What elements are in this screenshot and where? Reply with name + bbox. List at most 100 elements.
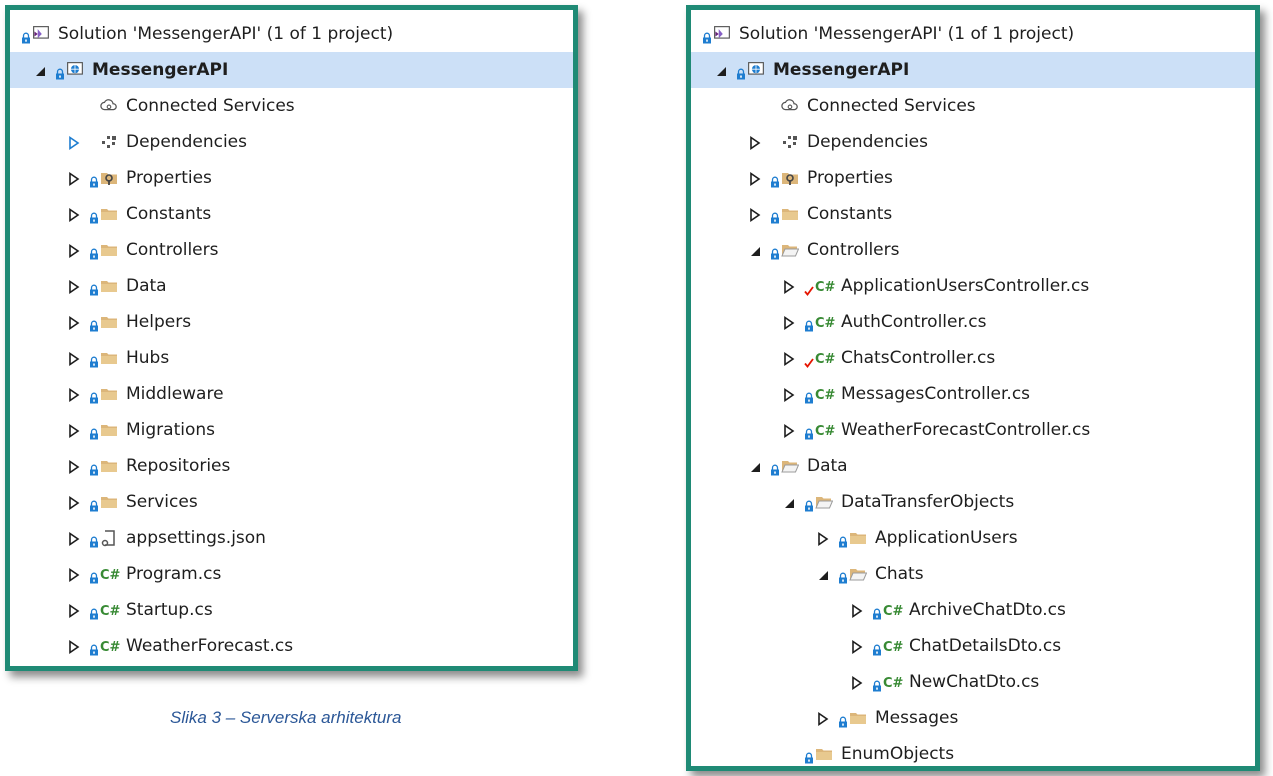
tree-item-dependencies[interactable]: Dependencies bbox=[691, 124, 1255, 160]
solution-icon bbox=[32, 25, 50, 43]
figure-caption: Slika 3 – Serverska arhitektura bbox=[170, 708, 402, 727]
folder-icon bbox=[100, 241, 118, 259]
collapsed-arrow-icon[interactable] bbox=[68, 279, 80, 295]
collapsed-arrow-icon[interactable] bbox=[783, 387, 795, 403]
dependencies-icon bbox=[781, 133, 799, 151]
svg-text:C#: C# bbox=[815, 280, 836, 295]
cloud-icon bbox=[781, 97, 799, 115]
tree-item-solution-messengerapi-1-of-1-project[interactable]: Solution 'MessengerAPI' (1 of 1 project) bbox=[10, 16, 573, 52]
collapsed-arrow-icon[interactable] bbox=[68, 171, 80, 187]
tree-item-label: AuthController.cs bbox=[841, 312, 987, 332]
expanded-arrow-icon[interactable] bbox=[749, 243, 761, 257]
csharp-file-icon: C# bbox=[883, 673, 907, 691]
tree-item-startup-cs[interactable]: C# Startup.cs bbox=[10, 592, 573, 628]
collapsed-arrow-icon[interactable] bbox=[851, 639, 863, 655]
tree-item-archivechatdto-cs[interactable]: C# ArchiveChatDto.cs bbox=[691, 592, 1255, 628]
expanded-arrow-icon[interactable] bbox=[715, 63, 727, 77]
collapsed-arrow-icon[interactable] bbox=[68, 495, 80, 511]
collapsed-arrow-icon[interactable] bbox=[68, 135, 80, 151]
expanded-arrow-icon[interactable] bbox=[34, 63, 46, 77]
tree-item-label: Controllers bbox=[807, 240, 900, 260]
collapsed-arrow-icon[interactable] bbox=[68, 387, 80, 403]
tree-item-applicationusers[interactable]: ApplicationUsers bbox=[691, 520, 1255, 556]
tree-item-weatherforecastcontroller-cs[interactable]: C# WeatherForecastController.cs bbox=[691, 412, 1255, 448]
folder-icon bbox=[100, 493, 118, 511]
collapsed-arrow-icon[interactable] bbox=[749, 135, 761, 151]
tree-item-chatdetailsdto-cs[interactable]: C# ChatDetailsDto.cs bbox=[691, 628, 1255, 664]
folder-open-icon bbox=[815, 493, 834, 511]
tree-item-label: Controllers bbox=[126, 240, 219, 260]
tree-item-services[interactable]: Services bbox=[10, 484, 573, 520]
tree-item-newchatdto-cs[interactable]: C# NewChatDto.cs bbox=[691, 664, 1255, 700]
tree-item-data[interactable]: Data bbox=[691, 448, 1255, 484]
collapsed-arrow-icon[interactable] bbox=[68, 531, 80, 547]
tree-item-migrations[interactable]: Migrations bbox=[10, 412, 573, 448]
tree-item-helpers[interactable]: Helpers bbox=[10, 304, 573, 340]
lock-icon bbox=[873, 605, 881, 620]
tree-item-constants[interactable]: Constants bbox=[10, 196, 573, 232]
tree-item-solution-messengerapi-1-of-1-project[interactable]: Solution 'MessengerAPI' (1 of 1 project) bbox=[691, 16, 1255, 52]
svg-text:C#: C# bbox=[815, 424, 836, 439]
collapsed-arrow-icon[interactable] bbox=[68, 639, 80, 655]
tree-item-properties[interactable]: Properties bbox=[10, 160, 573, 196]
tree-item-constants[interactable]: Constants bbox=[691, 196, 1255, 232]
collapsed-arrow-icon[interactable] bbox=[68, 351, 80, 367]
lock-icon bbox=[805, 497, 813, 512]
tree-item-label: Solution 'MessengerAPI' (1 of 1 project) bbox=[58, 24, 394, 44]
tree-item-label: Data bbox=[126, 276, 167, 296]
collapsed-arrow-icon[interactable] bbox=[68, 315, 80, 331]
tree-item-authcontroller-cs[interactable]: C# AuthController.cs bbox=[691, 304, 1255, 340]
expanded-arrow-icon[interactable] bbox=[749, 459, 761, 473]
tree-item-messagescontroller-cs[interactable]: C# MessagesController.cs bbox=[691, 376, 1255, 412]
tree-item-enumobjects[interactable]: EnumObjects bbox=[691, 736, 1255, 772]
tree-item-messengerapi[interactable]: MessengerAPI bbox=[10, 52, 573, 88]
tree-item-hubs[interactable]: Hubs bbox=[10, 340, 573, 376]
collapsed-arrow-icon[interactable] bbox=[783, 279, 795, 295]
tree-item-controllers[interactable]: Controllers bbox=[10, 232, 573, 268]
tree-item-dependencies[interactable]: Dependencies bbox=[10, 124, 573, 160]
web-project-icon bbox=[66, 61, 84, 79]
collapsed-arrow-icon[interactable] bbox=[749, 207, 761, 223]
collapsed-arrow-icon[interactable] bbox=[783, 423, 795, 439]
collapsed-arrow-icon[interactable] bbox=[68, 243, 80, 259]
folder-icon bbox=[781, 205, 799, 223]
collapsed-arrow-icon[interactable] bbox=[851, 603, 863, 619]
collapsed-arrow-icon[interactable] bbox=[68, 207, 80, 223]
tree-item-weatherforecast-cs[interactable]: C# WeatherForecast.cs bbox=[10, 628, 573, 664]
tree-item-middleware[interactable]: Middleware bbox=[10, 376, 573, 412]
collapsed-arrow-icon[interactable] bbox=[783, 351, 795, 367]
tree-item-repositories[interactable]: Repositories bbox=[10, 448, 573, 484]
collapsed-arrow-icon[interactable] bbox=[817, 531, 829, 547]
collapsed-arrow-icon[interactable] bbox=[851, 675, 863, 691]
lock-icon bbox=[90, 389, 98, 404]
collapsed-arrow-icon[interactable] bbox=[68, 567, 80, 583]
solution-explorer-left: Solution 'MessengerAPI' (1 of 1 project)… bbox=[5, 5, 578, 671]
folder-icon bbox=[815, 745, 833, 763]
tree-item-connected-services[interactable]: Connected Services bbox=[10, 88, 573, 124]
tree-item-messengerapi[interactable]: MessengerAPI bbox=[691, 52, 1255, 88]
collapsed-arrow-icon[interactable] bbox=[817, 711, 829, 727]
collapsed-arrow-icon[interactable] bbox=[783, 315, 795, 331]
tree-item-chats[interactable]: Chats bbox=[691, 556, 1255, 592]
tree-item-label: ChatsController.cs bbox=[841, 348, 996, 368]
lock-icon bbox=[90, 497, 98, 512]
tree-item-datatransferobjects[interactable]: DataTransferObjects bbox=[691, 484, 1255, 520]
tree-item-controllers[interactable]: Controllers bbox=[691, 232, 1255, 268]
expanded-arrow-icon[interactable] bbox=[817, 567, 829, 581]
collapsed-arrow-icon[interactable] bbox=[749, 171, 761, 187]
tree-item-data[interactable]: Data bbox=[10, 268, 573, 304]
tree-item-appsettings-json[interactable]: appsettings.json bbox=[10, 520, 573, 556]
tree-item-chatscontroller-cs[interactable]: C# ChatsController.cs bbox=[691, 340, 1255, 376]
tree-item-program-cs[interactable]: C# Program.cs bbox=[10, 556, 573, 592]
tree-item-properties[interactable]: Properties bbox=[691, 160, 1255, 196]
tree-item-applicationuserscontroller-cs[interactable]: C# ApplicationUsersController.cs bbox=[691, 268, 1255, 304]
tree-item-connected-services[interactable]: Connected Services bbox=[691, 88, 1255, 124]
collapsed-arrow-icon[interactable] bbox=[68, 423, 80, 439]
collapsed-arrow-icon[interactable] bbox=[68, 459, 80, 475]
tree-item-messages[interactable]: Messages bbox=[691, 700, 1255, 736]
collapsed-arrow-icon[interactable] bbox=[68, 603, 80, 619]
svg-text:C#: C# bbox=[815, 316, 836, 331]
lock-icon bbox=[771, 209, 779, 224]
lock-icon bbox=[771, 245, 779, 260]
expanded-arrow-icon[interactable] bbox=[783, 495, 795, 509]
